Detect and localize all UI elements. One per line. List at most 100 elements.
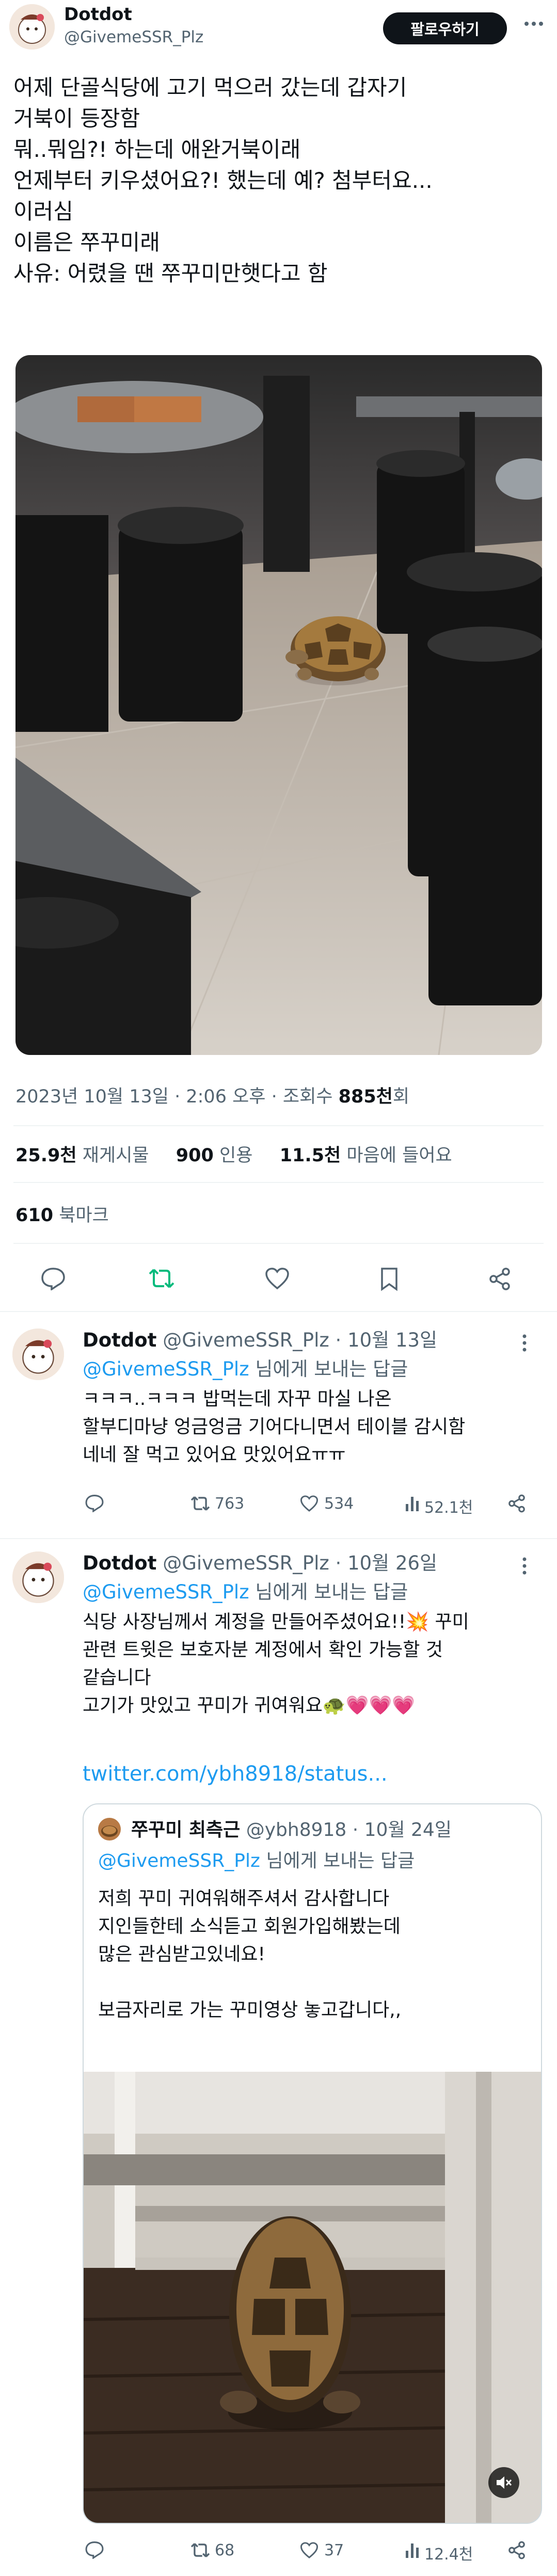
quoted-line: 보금자리로 가는 꾸미영상 놓고갑니다,, bbox=[98, 1999, 402, 2021]
quoted-line bbox=[98, 1969, 401, 1996]
reply-header: Dotdot @GivemeSSR_Plz · 10월 13일 bbox=[83, 1324, 437, 1352]
divider bbox=[13, 1125, 544, 1126]
reply-avatar[interactable] bbox=[12, 1551, 64, 1603]
quoted-line: 지인들한테 소식듣고 회원가입해봤는데 bbox=[98, 1916, 401, 1937]
divider bbox=[0, 1311, 557, 1312]
view-count: 12.4천 bbox=[424, 2546, 473, 2564]
avatar-illustration bbox=[12, 1329, 64, 1380]
reply-line: ㅋㅋㅋ..ㅋㅋㅋ 밥먹는데 자꾸 마실 나온 bbox=[83, 1388, 392, 1410]
quoted-line: 많은 관심받고있네요! bbox=[98, 1944, 265, 1965]
quoted-tweet-card[interactable]: 쭈꾸미 최측근 @ybh8918 · 10월 24일 @GivemeSSR_Pl… bbox=[83, 1803, 542, 2524]
tweet-line: 사유: 어렸을 땐 쭈꾸미만햇다고 함 bbox=[13, 261, 328, 286]
share-icon[interactable] bbox=[507, 2540, 527, 2560]
reply-meta[interactable]: @GivemeSSR_Plz · 10월 26일 bbox=[163, 1552, 437, 1574]
tweet-photo-restaurant-turtle[interactable] bbox=[15, 355, 542, 1055]
retweet-count: 68 bbox=[215, 2541, 235, 2559]
quoted-reply-to-handle[interactable]: @GivemeSSR_Plz bbox=[98, 1850, 260, 1871]
reply-line: 식당 사장님께서 계정을 만들어주셨어요!!💥 꾸미 bbox=[83, 1611, 469, 1633]
reply-to-line: @GivemeSSR_Plz 님에게 보내는 답글 bbox=[83, 1353, 408, 1381]
tweet-timestamp-line[interactable]: 2023년 10월 13일 · 2:06 오후 · 조회수 885천회 bbox=[15, 1082, 409, 1108]
divider bbox=[0, 1538, 557, 1539]
like-stat[interactable]: 11.5천 마음에 들어요 bbox=[280, 1145, 452, 1166]
reply-to-line: @GivemeSSR_Plz 님에게 보내는 답글 bbox=[83, 1576, 408, 1604]
share-icon[interactable] bbox=[487, 1267, 512, 1291]
views-icon[interactable] bbox=[405, 1495, 420, 1512]
quoted-author-name: 쭈꾸미 최측근 bbox=[131, 1819, 241, 1841]
tweet-line: 이름은 쭈꾸미래 bbox=[13, 230, 160, 255]
like-label: 마음에 들어요 bbox=[346, 1145, 452, 1166]
reply-to-handle[interactable]: @GivemeSSR_Plz bbox=[83, 1358, 249, 1380]
like-count: 534 bbox=[324, 1495, 354, 1513]
view-count-suffix: 회 bbox=[392, 1086, 410, 1107]
bookmark-stat[interactable]: 610 북마크 bbox=[15, 1201, 109, 1227]
mute-toggle[interactable] bbox=[488, 2467, 519, 2498]
engagement-stats: 25.9천 재게시물 900 인용 11.5천 마음에 들어요 bbox=[15, 1141, 452, 1167]
retweet-stat[interactable]: 25.9천 재게시물 bbox=[15, 1145, 149, 1166]
like-icon[interactable] bbox=[299, 2541, 319, 2559]
tweet-line: 언제부터 키우셨어요?! 했는데 예? 첨부터요... bbox=[13, 168, 433, 193]
avatar-illustration bbox=[12, 1551, 64, 1603]
quoted-line: 저희 꾸미 귀여워해주셔서 감사합니다 bbox=[98, 1888, 390, 1909]
retweet-count: 25.9천 bbox=[15, 1145, 77, 1166]
retweet-count: 763 bbox=[215, 1495, 245, 1513]
author-handle[interactable]: @GivemeSSR_Plz bbox=[64, 28, 203, 46]
external-link[interactable]: twitter.com/ybh8918/status... bbox=[83, 1762, 388, 1786]
quoted-author-avatar bbox=[98, 1818, 121, 1841]
divider bbox=[13, 1182, 544, 1183]
muted-speaker-icon bbox=[497, 2476, 512, 2489]
like-icon[interactable] bbox=[264, 1267, 290, 1290]
turtle-doorway-video-frame bbox=[84, 2072, 541, 2523]
divider bbox=[13, 1243, 544, 1244]
reply-to-suffix: 님에게 보내는 답글 bbox=[249, 1358, 408, 1380]
reply-author-name[interactable]: Dotdot bbox=[83, 1329, 156, 1351]
tweet-line: 뭐..뭐임?! 하는데 애완거북이래 bbox=[13, 137, 301, 162]
reply-to-suffix: 님에게 보내는 답글 bbox=[249, 1581, 408, 1603]
reply-line: 네네 잘 먹고 있어요 맛있어요ㅠㅠ bbox=[83, 1444, 346, 1465]
share-icon[interactable] bbox=[507, 1494, 527, 1513]
quoted-text: 저희 꾸미 귀여워해주셔서 감사합니다 지인들한테 소식듣고 회원가입해봤는데 … bbox=[98, 1885, 401, 2024]
reply-text: 식당 사장님께서 계정을 만들어주셨어요!!💥 꾸미 관련 트윗은 보호자분 계… bbox=[83, 1608, 469, 1720]
reply-icon[interactable] bbox=[85, 2540, 104, 2559]
avatar-illustration bbox=[9, 4, 55, 50]
like-count: 37 bbox=[324, 2541, 344, 2559]
reply-line: 같습니다 bbox=[83, 1667, 151, 1688]
tweet-text: 어제 단골식당에 고기 먹으러 갔는데 갑자기 거북이 등장함 뭐..뭐임?! … bbox=[13, 72, 550, 289]
retweet-icon[interactable] bbox=[190, 1495, 211, 1512]
reply-line: 고기가 맛있고 꾸미가 귀여워요🐢💗💗💗 bbox=[83, 1695, 416, 1716]
quote-stat[interactable]: 900 인용 bbox=[176, 1145, 253, 1166]
like-count: 11.5천 bbox=[279, 1145, 341, 1166]
more-options-icon[interactable] bbox=[521, 1557, 528, 1575]
bookmark-label: 북마크 bbox=[59, 1205, 109, 1226]
quoted-reply-to-line: @GivemeSSR_Plz 님에게 보내는 답글 bbox=[98, 1846, 415, 1873]
author-name[interactable]: Dotdot bbox=[64, 4, 132, 25]
more-options-icon[interactable] bbox=[523, 21, 544, 27]
reply-icon[interactable] bbox=[40, 1267, 66, 1290]
quoted-meta: @ybh8918 · 10월 24일 bbox=[246, 1819, 452, 1841]
more-options-icon[interactable] bbox=[521, 1334, 528, 1352]
follow-button[interactable]: 팔로우하기 bbox=[383, 12, 507, 44]
reply-line: 할부디마냥 엉금엉금 기어다니면서 테이블 감시함 bbox=[83, 1416, 466, 1437]
quoted-reply-to-suffix: 님에게 보내는 답글 bbox=[260, 1850, 415, 1871]
quoted-header: 쭈꾸미 최측근 @ybh8918 · 10월 24일 bbox=[131, 1815, 452, 1842]
like-icon[interactable] bbox=[299, 1495, 319, 1512]
retweet-icon[interactable] bbox=[190, 2541, 211, 2559]
reply-icon[interactable] bbox=[85, 1494, 104, 1512]
reply-to-handle[interactable]: @GivemeSSR_Plz bbox=[83, 1581, 249, 1603]
tweet-line: 어제 단골식당에 고기 먹으러 갔는데 갑자기 bbox=[13, 75, 407, 100]
reply-line: 관련 트윗은 보호자분 계정에서 확인 가능할 것 bbox=[83, 1639, 443, 1660]
retweet-icon[interactable] bbox=[148, 1267, 176, 1290]
reply-header: Dotdot @GivemeSSR_Plz · 10월 26일 bbox=[83, 1547, 437, 1575]
reply-author-name[interactable]: Dotdot bbox=[83, 1552, 156, 1574]
quoted-video[interactable] bbox=[84, 2072, 541, 2523]
bookmark-icon[interactable] bbox=[378, 1267, 401, 1291]
reply-avatar[interactable] bbox=[12, 1329, 64, 1380]
view-count: 52.1천 bbox=[424, 1499, 473, 1517]
views-icon[interactable] bbox=[405, 2541, 420, 2559]
tweet-timestamp[interactable]: 2023년 10월 13일 · 2:06 오후 · 조회수 bbox=[15, 1086, 332, 1107]
reply-text: ㅋㅋㅋ..ㅋㅋㅋ 밥먹는데 자꾸 마실 나온 할부디마냥 엉금엉금 기어다니면서… bbox=[83, 1385, 465, 1469]
quote-count: 900 bbox=[176, 1145, 214, 1166]
quote-label: 인용 bbox=[219, 1145, 253, 1166]
reply-meta[interactable]: @GivemeSSR_Plz · 10월 13일 bbox=[163, 1329, 437, 1351]
tweet-line: 거북이 등장함 bbox=[13, 106, 140, 131]
author-avatar[interactable] bbox=[9, 4, 55, 50]
